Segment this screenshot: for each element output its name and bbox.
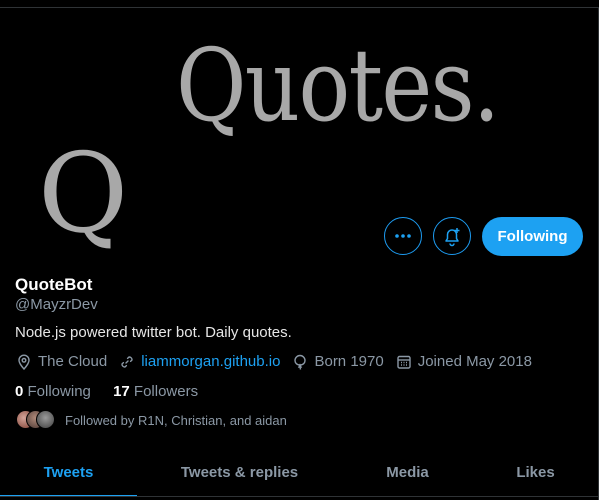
join-date: Joined May 2018 <box>396 353 532 370</box>
tab-likes[interactable]: Likes <box>473 447 598 497</box>
followed-by[interactable]: Followed by R1N, Christian, and aidan <box>16 410 287 430</box>
birthday: Born 1970 <box>292 353 384 370</box>
following-count: 0 <box>15 383 24 400</box>
following-label: Following <box>27 383 91 400</box>
location-pin-icon <box>18 354 30 370</box>
followers-stat[interactable]: 17 Followers <box>113 383 198 400</box>
tab-media[interactable]: Media <box>342 447 473 497</box>
followers-label: Followers <box>133 383 199 400</box>
profile-tabs: Tweets Tweets & replies Media Likes <box>0 447 598 497</box>
notifications-button[interactable] <box>433 217 471 255</box>
ellipsis-icon <box>395 234 411 238</box>
follower-avatars <box>16 410 56 430</box>
join-date-text: Joined May 2018 <box>417 353 532 370</box>
tab-tweets-replies[interactable]: Tweets & replies <box>137 447 342 497</box>
bio: Node.js powered twitter bot. Daily quote… <box>15 324 292 341</box>
location-text: The Cloud <box>38 353 108 370</box>
follower-avatar <box>36 410 55 429</box>
link-icon <box>121 355 133 368</box>
bell-plus-icon <box>445 228 460 247</box>
balloon-icon <box>294 354 307 370</box>
profile-meta: The Cloud liammorgan.github.io Born 1970 <box>16 353 544 370</box>
tab-tweets[interactable]: Tweets <box>0 447 137 497</box>
user-handle: @MayzrDev <box>15 296 98 313</box>
display-name: QuoteBot <box>15 275 93 294</box>
followers-count: 17 <box>113 383 130 400</box>
location: The Cloud <box>16 353 107 370</box>
followed-by-text: Followed by R1N, Christian, and aidan <box>65 412 287 428</box>
website-link[interactable]: liammorgan.github.io <box>141 353 280 370</box>
avatar[interactable]: Q <box>14 136 144 266</box>
website[interactable]: liammorgan.github.io <box>119 353 280 370</box>
following-stat[interactable]: 0 Following <box>15 383 91 400</box>
birthday-text: Born 1970 <box>314 353 384 370</box>
more-options-button[interactable] <box>384 217 422 255</box>
profile-page: Quotes. Q Following QuoteBot @MayzrDev N… <box>0 0 599 500</box>
follow-stats: 0 Following 17 Followers <box>15 383 216 400</box>
banner-text: Quotes. <box>176 27 500 144</box>
calendar-icon <box>397 355 411 369</box>
following-button[interactable]: Following <box>482 217 583 256</box>
tabs-divider <box>0 496 598 497</box>
avatar-letter: Q <box>38 136 129 257</box>
